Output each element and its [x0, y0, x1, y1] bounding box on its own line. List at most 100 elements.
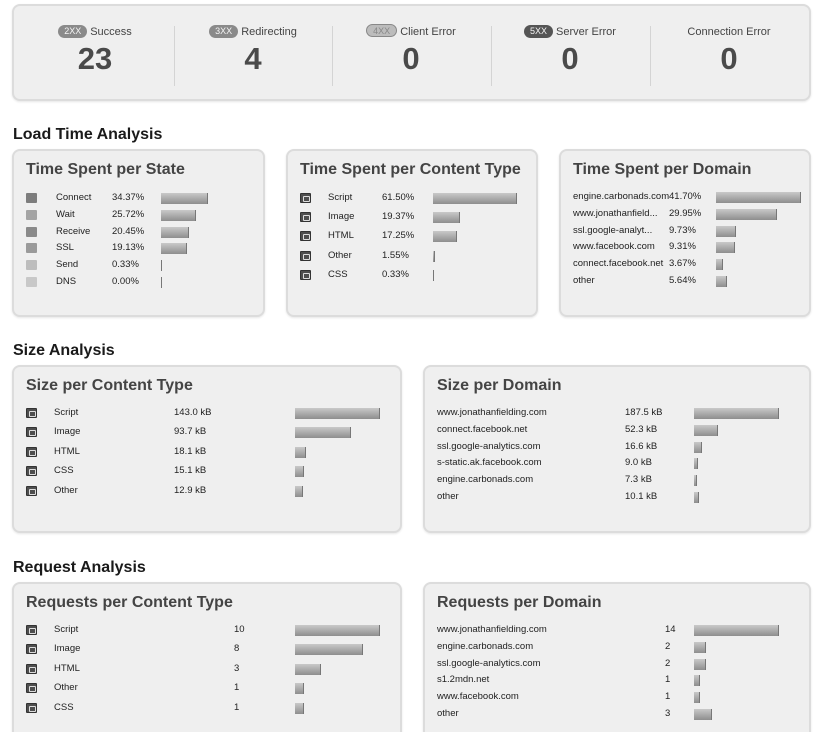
- status-label: Redirecting: [241, 26, 297, 38]
- req-domain-row[interactable]: www.jonathanfielding.com 14: [437, 623, 783, 639]
- time-type-row[interactable]: Other 1.55%: [300, 249, 574, 265]
- size-domain-row[interactable]: engine.carbonads.com 7.3 kB: [437, 473, 783, 489]
- req-domain-row[interactable]: www.facebook.com 1: [437, 690, 783, 706]
- row-label: engine.carbonads.com: [573, 191, 669, 202]
- req-domain-row[interactable]: ssl.google-analytics.com 2: [437, 657, 783, 673]
- row-value: 3.67%: [669, 258, 696, 270]
- size-type-row[interactable]: Script 143.0 kB: [26, 406, 384, 422]
- row-label: Script: [54, 624, 79, 635]
- req-domain-row[interactable]: s1.2mdn.net 1: [437, 673, 783, 689]
- status-label: Server Error: [556, 26, 616, 38]
- section-title-request: Request Analysis: [13, 559, 146, 576]
- size-type-row[interactable]: CSS 15.1 kB: [26, 464, 384, 480]
- row-bar: [161, 193, 208, 204]
- row-value: 34.37%: [112, 192, 145, 203]
- row-value: 1: [665, 691, 671, 703]
- status-4xx[interactable]: 4XX Client Error 0: [332, 24, 490, 86]
- row-value: 0.33%: [382, 268, 409, 280]
- card-size-per-content-type: Size per Content Type Script 143.0 kB Imag…: [12, 365, 402, 533]
- time-state-row[interactable]: SSL 19.13%: [26, 241, 302, 257]
- row-bar: [433, 212, 460, 224]
- status-connection-error[interactable]: Connection Error 0: [650, 24, 808, 86]
- row-value: 16.6 kB: [625, 440, 658, 452]
- time-type-row[interactable]: HTML 17.25%: [300, 229, 574, 245]
- document-icon: [26, 683, 37, 694]
- row-label: Connect: [56, 192, 92, 203]
- time-domain-row[interactable]: engine.carbonads.com 41.70%: [573, 190, 825, 206]
- status-3xx[interactable]: 3XX Redirecting 4: [174, 24, 332, 86]
- size-domain-row[interactable]: other 10.1 kB: [437, 490, 783, 506]
- time-domain-row[interactable]: www.jonathanfield... 29.95%: [573, 207, 825, 223]
- time-domain-row[interactable]: connect.facebook.net 3.67%: [573, 257, 825, 273]
- card-title: Time Spent per State: [26, 161, 185, 178]
- time-type-row[interactable]: CSS 0.33%: [300, 268, 574, 284]
- status-2xx[interactable]: 2XX Success 23: [16, 24, 174, 86]
- size-type-row[interactable]: HTML 18.1 kB: [26, 445, 384, 461]
- req-type-row[interactable]: Image 8: [26, 642, 384, 658]
- time-state-row[interactable]: Connect 34.37%: [26, 191, 302, 207]
- row-label: Script: [54, 407, 79, 418]
- size-domain-row[interactable]: ssl.google-analytics.com 16.6 kB: [437, 440, 783, 456]
- time-domain-row[interactable]: other 5.64%: [573, 274, 825, 290]
- row-value: 25.72%: [112, 208, 145, 220]
- state-ssl-swatch: [26, 243, 37, 254]
- req-type-row[interactable]: Other 1: [26, 681, 384, 697]
- row-bar: [716, 225, 736, 237]
- size-type-row[interactable]: Other 12.9 kB: [26, 484, 384, 500]
- document-icon: [300, 250, 311, 261]
- row-label: engine.carbonads.com: [437, 474, 534, 486]
- row-value: 93.7 kB: [174, 426, 207, 438]
- row-value: 2: [665, 640, 671, 652]
- card-requests-per-domain: Requests per Domain www.jonathanfielding…: [423, 582, 811, 732]
- req-type-row[interactable]: HTML 3: [26, 662, 384, 678]
- time-domain-row[interactable]: ssl.google-analyt... 9.73%: [573, 224, 825, 240]
- time-type-row[interactable]: Script 61.50%: [300, 191, 574, 207]
- size-type-row[interactable]: Image 93.7 kB: [26, 425, 384, 441]
- row-bar: [694, 658, 706, 670]
- row-bar: [161, 277, 162, 288]
- row-label: Image: [328, 211, 355, 223]
- time-state-row[interactable]: Send 0.33%: [26, 258, 302, 274]
- req-type-row[interactable]: CSS 1: [26, 701, 384, 717]
- row-label: Script: [328, 192, 353, 203]
- row-label: www.jonathanfield...: [573, 207, 658, 219]
- row-label: other: [437, 491, 459, 502]
- row-label: CSS: [54, 701, 74, 713]
- row-label: www.jonathanfielding.com: [437, 624, 547, 635]
- row-label: DNS: [56, 276, 77, 287]
- time-state-row[interactable]: DNS 0.00%: [26, 275, 302, 291]
- row-label: Other: [54, 484, 78, 496]
- row-bar: [295, 466, 304, 478]
- row-label: HTML: [54, 662, 80, 674]
- req-domain-row[interactable]: other 3: [437, 707, 783, 723]
- status-badge: 4XX: [366, 24, 398, 37]
- row-value: 2: [665, 657, 671, 669]
- card-title: Size per Content Type: [26, 377, 193, 394]
- row-label: s1.2mdn.net: [437, 674, 490, 686]
- script-icon: [300, 193, 311, 203]
- row-bar: [694, 441, 702, 453]
- status-label: Connection Error: [687, 26, 771, 38]
- row-value: 0.33%: [112, 259, 139, 271]
- time-type-row[interactable]: Image 19.37%: [300, 210, 574, 226]
- status-count: 0: [720, 41, 738, 76]
- row-bar: [716, 259, 723, 271]
- row-value: 0.00%: [112, 276, 139, 287]
- time-state-row[interactable]: Receive 20.45%: [26, 225, 302, 241]
- row-value: 1.55%: [382, 249, 409, 261]
- row-bar: [161, 209, 196, 221]
- req-domain-row[interactable]: engine.carbonads.com 2: [437, 640, 783, 656]
- row-bar: [694, 492, 699, 503]
- size-domain-row[interactable]: connect.facebook.net 52.3 kB: [437, 423, 783, 439]
- row-bar: [716, 208, 777, 220]
- size-domain-row[interactable]: s-static.ak.facebook.com 9.0 kB: [437, 456, 783, 472]
- size-domain-row[interactable]: www.jonathanfielding.com 187.5 kB: [437, 406, 783, 422]
- time-domain-row[interactable]: www.facebook.com 9.31%: [573, 240, 825, 256]
- row-label: Image: [54, 643, 81, 655]
- row-value: 1: [234, 701, 240, 713]
- status-5xx[interactable]: 5XX Server Error 0: [491, 24, 649, 86]
- req-type-row[interactable]: Script 10: [26, 623, 384, 639]
- row-value: 17.25%: [382, 230, 415, 242]
- script-icon: [26, 408, 37, 418]
- time-state-row[interactable]: Wait 25.72%: [26, 208, 302, 224]
